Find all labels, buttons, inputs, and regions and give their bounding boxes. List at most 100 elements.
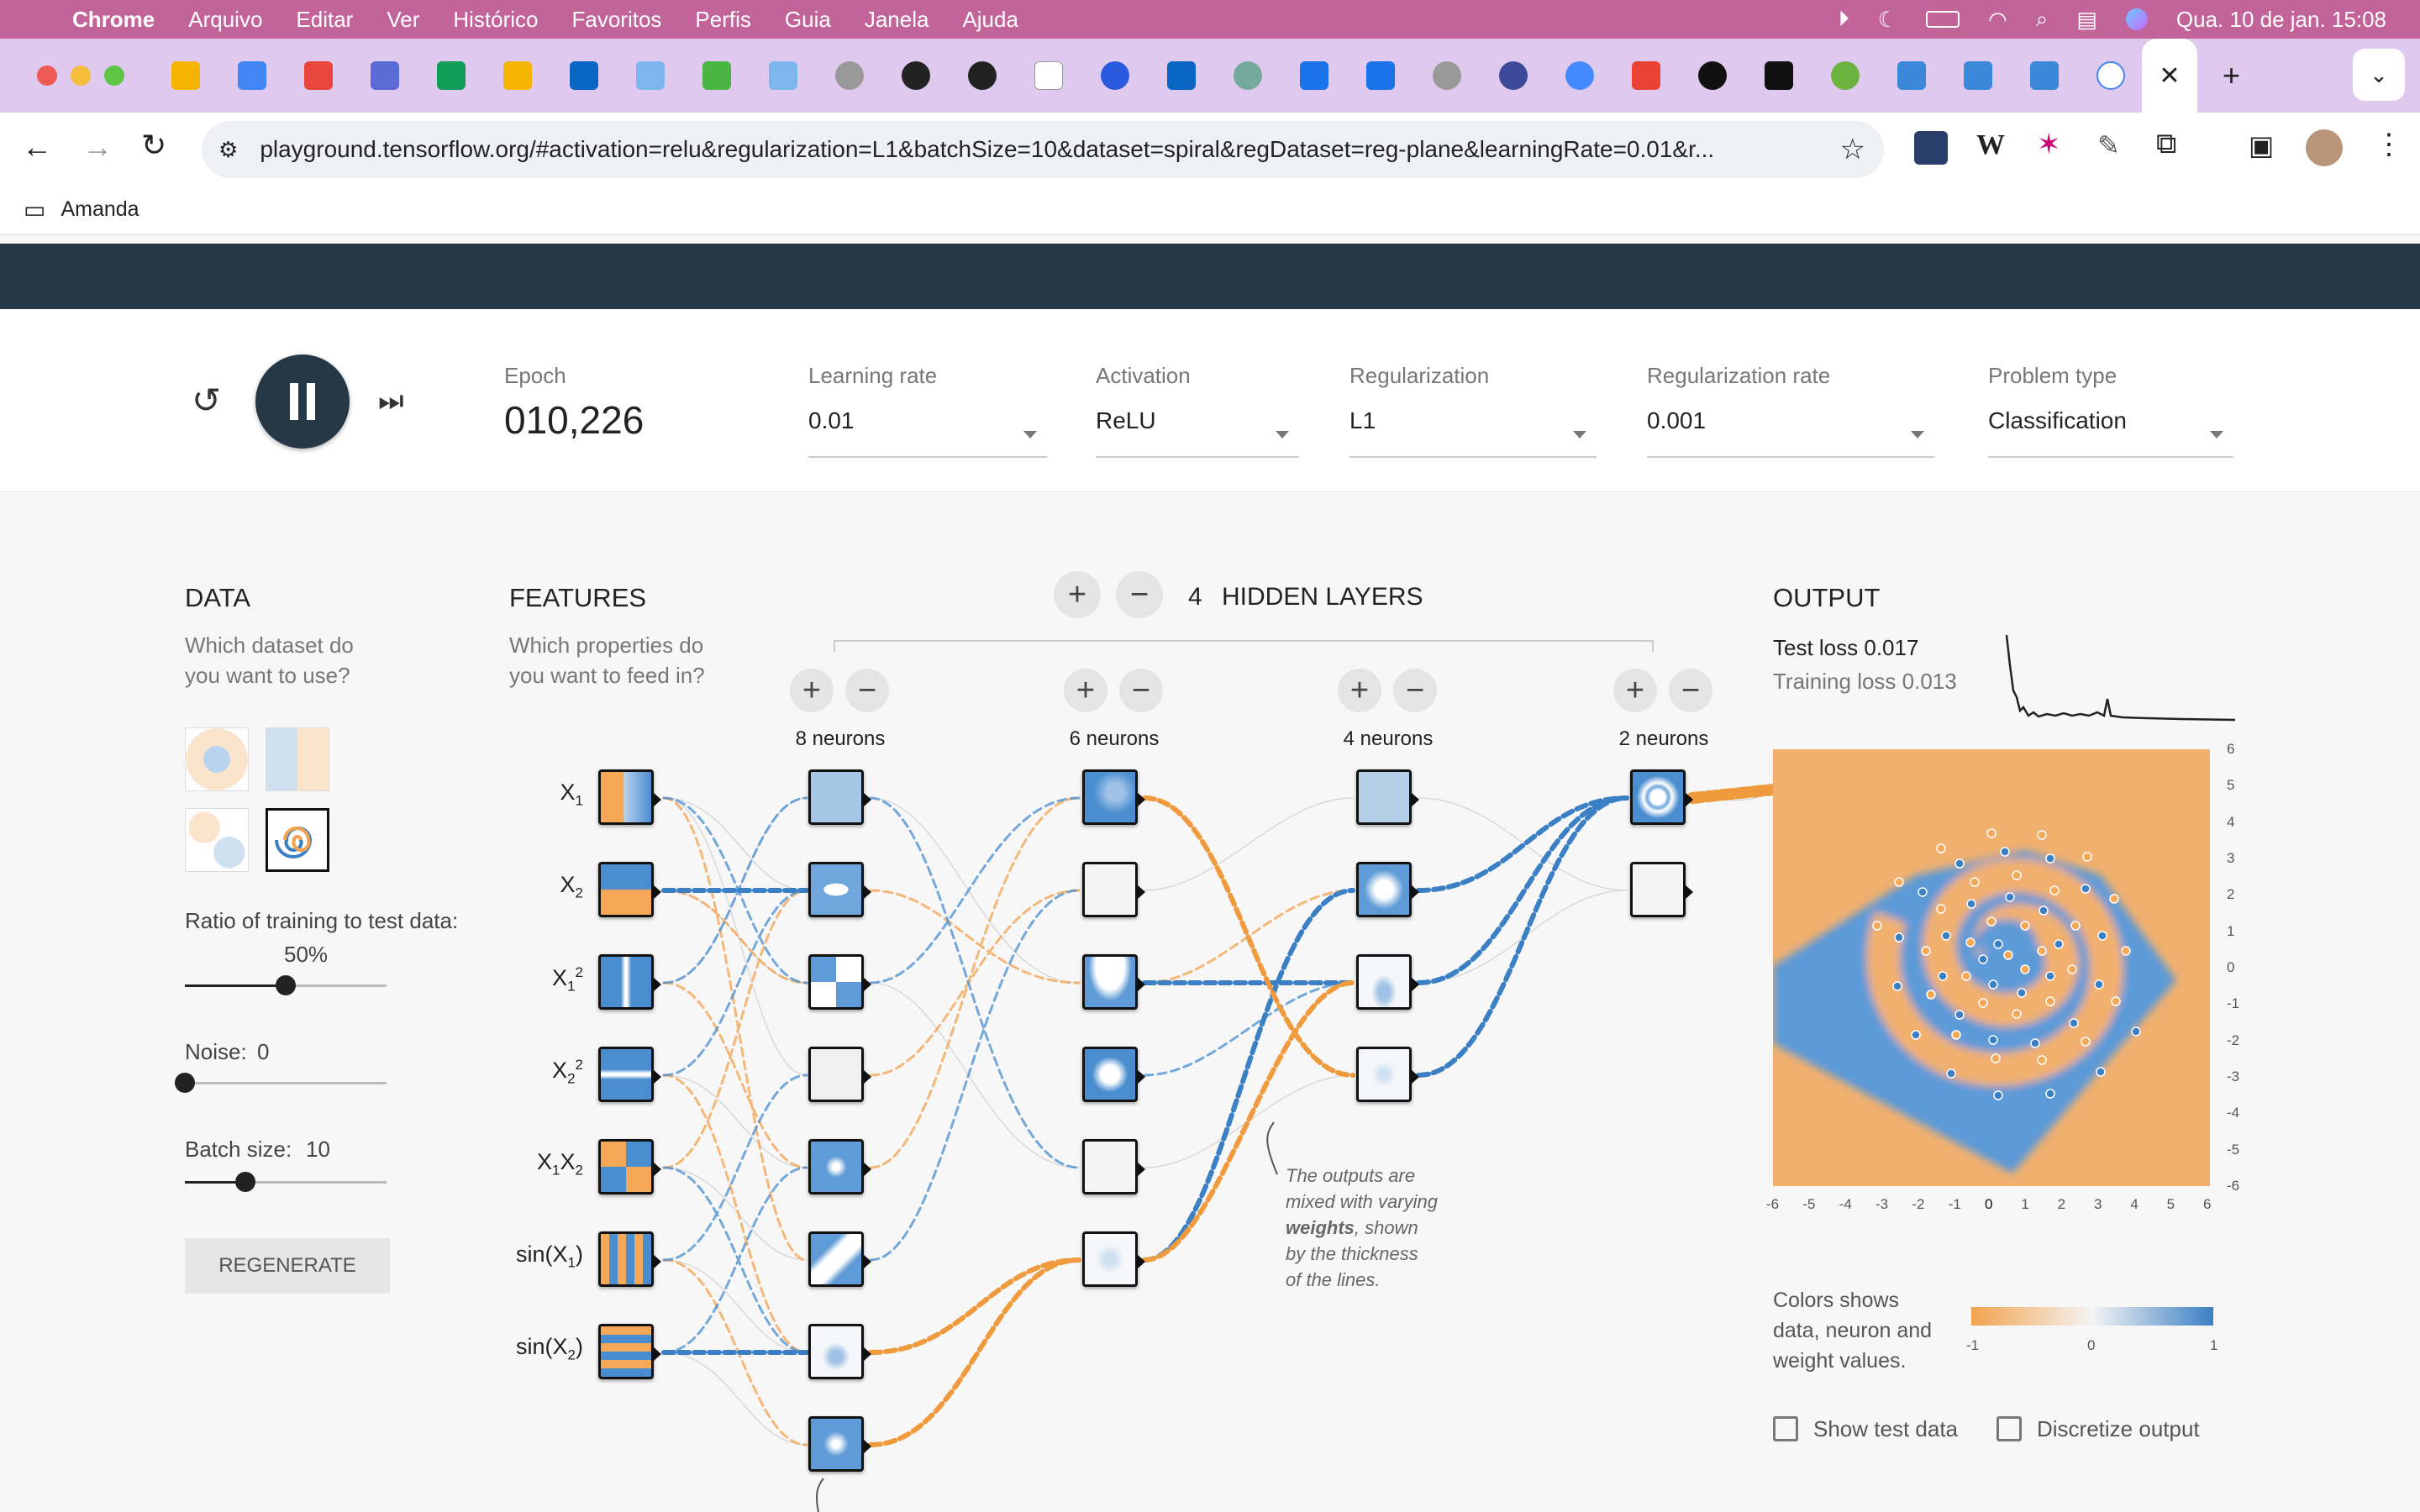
legend-min: -1 <box>1966 1337 1980 1353</box>
y-tick-label: -6 <box>2227 1178 2240 1194</box>
layer1-neuron-5[interactable] <box>808 1139 871 1194</box>
annotation-arrow <box>1266 1121 1278 1175</box>
output-heatmap <box>1773 749 2210 1186</box>
hidden-layers-bracket <box>834 640 1654 652</box>
feature-label-sin-x2: sin(X2) <box>516 1334 583 1363</box>
feature-label-x1x2: X1X2 <box>537 1149 583 1179</box>
y-tick-label: -4 <box>2227 1105 2240 1121</box>
feature-node-sin-x1[interactable] <box>598 1231 661 1287</box>
layer2-neuron-count: 6 neurons <box>1069 727 1160 750</box>
x-tick-label: 3 <box>2094 1196 2102 1212</box>
x-tick-label: 1 <box>2021 1196 2029 1212</box>
layer1-neuron-8[interactable] <box>808 1416 871 1472</box>
layer3-neuron-3[interactable] <box>1356 954 1419 1010</box>
annotation-line-4: by the thickness <box>1286 1243 1418 1264</box>
layer1-neuron-4[interactable] <box>808 1047 871 1102</box>
y-tick-label: 2 <box>2227 886 2235 903</box>
feature-label-sin-x1: sin(X1) <box>516 1242 583 1271</box>
weights-annotation: The outputs are mixed with varying weigh… <box>1286 1163 1438 1293</box>
x-tick-label: 6 <box>2203 1196 2212 1212</box>
add-layer-button[interactable]: + <box>1054 571 1101 618</box>
feature-node-x2[interactable] <box>598 862 661 917</box>
layer1-neuron-2[interactable] <box>808 862 871 917</box>
loss-curve-line <box>2005 634 2236 722</box>
y-tick-label: -1 <box>2227 995 2240 1012</box>
layer1-neuron-count: 8 neurons <box>795 727 886 750</box>
feature-node-x2-squared[interactable] <box>598 1047 661 1102</box>
annotation-bold: weights <box>1286 1217 1355 1238</box>
annotation-line-2: mixed with varying <box>1286 1191 1438 1212</box>
feature-label-x2-squared: X22 <box>552 1057 583 1087</box>
annotation-line-3-text: , shown <box>1354 1217 1418 1238</box>
feature-node-x1x2[interactable] <box>598 1139 661 1194</box>
layer2-neuron-6[interactable] <box>1082 1231 1145 1287</box>
layer1-remove-neuron-button[interactable]: − <box>845 669 889 712</box>
layer1-neuron-3[interactable] <box>808 954 871 1010</box>
layer4-neuron-1[interactable] <box>1630 769 1693 825</box>
y-tick-label: -3 <box>2227 1068 2240 1084</box>
y-tick-label: 1 <box>2227 922 2235 939</box>
x-tick-label: -1 <box>1948 1196 1961 1212</box>
x-tick-label: -6 <box>1766 1196 1780 1212</box>
show-test-data-checkbox[interactable] <box>1773 1416 1798 1441</box>
layer3-neuron-4[interactable] <box>1356 1047 1419 1102</box>
x-tick-label: -5 <box>1802 1196 1816 1212</box>
feature-node-sin-x2[interactable] <box>598 1324 661 1379</box>
x-tick-label: -3 <box>1876 1196 1889 1212</box>
feature-label-x1-squared: X12 <box>552 964 583 995</box>
output-y-axis: 6 5 4 3 2 1 0 -1 -2 -3 -4 -5 -6 <box>2220 739 2254 1194</box>
color-legend-text: Colors shows data, neuron and weight val… <box>1773 1289 1933 1373</box>
y-tick-label: 0 <box>2227 959 2235 975</box>
feature-node-x1-squared[interactable] <box>598 954 661 1010</box>
layer4-neuron-count: 2 neurons <box>1618 727 1709 750</box>
layer3-add-neuron-button[interactable]: + <box>1338 669 1381 712</box>
layer1-neuron-6[interactable] <box>808 1231 871 1287</box>
layer4-remove-neuron-button[interactable]: − <box>1669 669 1712 712</box>
y-tick-label: -2 <box>2227 1032 2240 1048</box>
blue-weights <box>662 796 1355 1354</box>
annotation-line-5: of the lines. <box>1286 1269 1381 1290</box>
feature-label-x1: X1 <box>560 780 583 809</box>
discretize-output-label[interactable]: Discretize output <box>2037 1416 2200 1442</box>
annotation-line-3: weights, shown <box>1286 1215 1438 1241</box>
x-tick-label: 0 <box>1985 1196 1993 1212</box>
discretize-output-checkbox[interactable] <box>1996 1416 2022 1441</box>
layer2-neuron-4[interactable] <box>1082 1047 1145 1102</box>
loss-curve-chart <box>2005 634 2236 722</box>
output-x-axis: -6 -5 -4 -3 -2 -1 0 1 2 3 4 5 6 <box>1763 1196 2217 1216</box>
layer3-remove-neuron-button[interactable]: − <box>1393 669 1437 712</box>
x-tick-label: 5 <box>2166 1196 2175 1212</box>
hidden-layer-count: 4 <box>1188 583 1202 611</box>
x-tick-label: -4 <box>1839 1196 1852 1212</box>
test-loss: Test loss 0.017 <box>1773 635 1919 660</box>
training-loss: Training loss 0.013 <box>1773 669 1957 694</box>
layer1-neuron-1[interactable] <box>808 769 871 825</box>
layer2-add-neuron-button[interactable]: + <box>1064 669 1107 712</box>
layer1-neuron-7[interactable] <box>808 1324 871 1379</box>
hidden-layers-title: HIDDEN LAYERS <box>1222 583 1423 611</box>
remove-layer-button[interactable]: − <box>1116 571 1163 618</box>
annotation-arrow-2 <box>816 1478 824 1512</box>
layer4-neuron-2[interactable] <box>1630 862 1693 917</box>
feature-label-x2: X2 <box>560 872 583 901</box>
x-tick-label: 4 <box>2130 1196 2139 1212</box>
annotation-line-1: The outputs are <box>1286 1165 1416 1186</box>
color-legend-bar <box>1971 1307 2213 1326</box>
layer1-add-neuron-button[interactable]: + <box>790 669 834 712</box>
decision-boundary-plot <box>1773 828 2176 1173</box>
show-test-data-label[interactable]: Show test data <box>1813 1416 1958 1442</box>
y-tick-label: 6 <box>2227 741 2235 757</box>
layer4-add-neuron-button[interactable]: + <box>1613 669 1657 712</box>
output-title: OUTPUT <box>1773 583 1881 612</box>
x-tick-label: -2 <box>1912 1196 1925 1212</box>
layer2-neuron-5[interactable] <box>1082 1139 1145 1194</box>
layer3-neuron-2[interactable] <box>1356 862 1419 917</box>
y-tick-label: 5 <box>2227 777 2235 794</box>
layer2-neuron-3[interactable] <box>1082 954 1145 1010</box>
layer2-neuron-1[interactable] <box>1082 769 1145 825</box>
layer2-remove-neuron-button[interactable]: − <box>1119 669 1163 712</box>
layer3-neuron-1[interactable] <box>1356 769 1419 825</box>
feature-node-x1[interactable] <box>598 769 661 825</box>
layer2-neuron-2[interactable] <box>1082 862 1145 917</box>
layer3-neuron-count: 4 neurons <box>1343 727 1434 750</box>
